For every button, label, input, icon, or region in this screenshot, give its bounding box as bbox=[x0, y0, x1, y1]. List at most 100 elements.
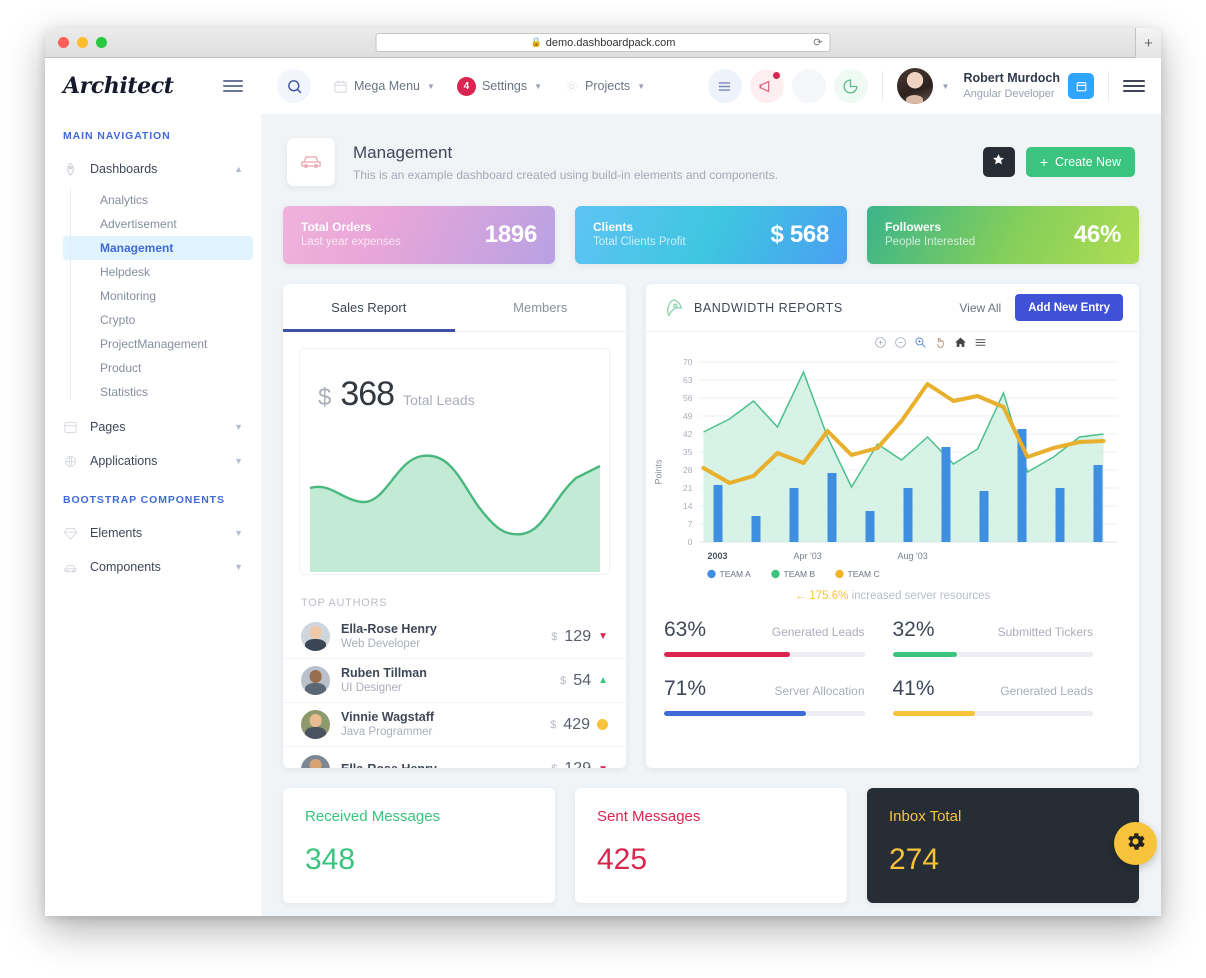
zoom-select-icon[interactable] bbox=[914, 336, 927, 349]
svg-text:70: 70 bbox=[683, 357, 693, 367]
create-new-button[interactable]: + Create New bbox=[1025, 147, 1135, 177]
bottom-cards-row: Received Messages 348 Sent Messages 425 … bbox=[283, 788, 1157, 903]
car-icon bbox=[63, 560, 78, 575]
tab-members[interactable]: Members bbox=[455, 284, 627, 331]
author-name: Ella-Rose Henry bbox=[341, 621, 437, 636]
card-value: 425 bbox=[597, 843, 648, 876]
maximize-window-button[interactable] bbox=[96, 37, 107, 48]
sidebar-subitem-crypto[interactable]: Crypto bbox=[63, 308, 253, 332]
zoom-in-icon[interactable] bbox=[874, 336, 887, 349]
create-new-label: Create New bbox=[1055, 155, 1121, 169]
sidebar-subitem-monitoring[interactable]: Monitoring bbox=[63, 284, 253, 308]
sidebar-subitem-helpdesk[interactable]: Helpdesk bbox=[63, 260, 253, 284]
cards-row: Sales Report Members $ 368 Total Leads T… bbox=[283, 284, 1139, 768]
card-title: Inbox Total bbox=[889, 808, 962, 825]
menu-icon[interactable] bbox=[974, 336, 987, 349]
sidebar-subitem-product[interactable]: Product bbox=[63, 356, 253, 380]
projects-menu-button[interactable]: Projects ▼ bbox=[564, 79, 645, 94]
pie-chart-icon[interactable] bbox=[833, 69, 868, 103]
sidebar-hamburger-icon[interactable] bbox=[223, 80, 243, 92]
app-shell: Architect MAIN NAVIGATION Dashboards ▲ A… bbox=[45, 58, 1161, 916]
sidebar-item-pages[interactable]: Pages ▼ bbox=[45, 410, 261, 444]
sidebar-item-label: Dashboards bbox=[90, 162, 158, 176]
pan-icon[interactable] bbox=[934, 336, 947, 349]
flag-germany-icon[interactable] bbox=[791, 69, 826, 103]
sidebar-subitem-statistics[interactable]: Statistics bbox=[63, 380, 253, 404]
sidebar-subitem-projectmanagement[interactable]: ProjectManagement bbox=[63, 332, 253, 356]
mega-menu-button[interactable]: Mega Menu ▼ bbox=[333, 79, 435, 94]
author-name: Vinnie Wagstaff bbox=[341, 709, 435, 724]
list-icon[interactable] bbox=[707, 69, 742, 103]
sidebar-item-elements[interactable]: Elements ▼ bbox=[45, 516, 261, 550]
settings-float-button[interactable] bbox=[1114, 822, 1157, 865]
gear-icon bbox=[1124, 830, 1147, 858]
list-item[interactable]: Ruben Tillman UI Designer $ 54 ▲ bbox=[283, 659, 626, 703]
author-amount: 429 bbox=[563, 715, 590, 733]
sidebar-subitem-analytics[interactable]: Analytics bbox=[63, 188, 253, 212]
stat-card-followers[interactable]: Followers People Interested 46% bbox=[867, 206, 1139, 264]
add-new-entry-button[interactable]: Add New Entry bbox=[1015, 294, 1123, 321]
view-all-link[interactable]: View All bbox=[959, 301, 1001, 315]
dashboards-submenu: Analytics Advertisement Management Helpd… bbox=[45, 188, 261, 404]
list-item[interactable]: Ella-Rose Henry Web Developer $ 129 ▼ bbox=[283, 615, 626, 659]
progress-percent: 63% bbox=[664, 618, 707, 641]
right-hamburger-icon[interactable] bbox=[1123, 80, 1145, 92]
svg-text:28: 28 bbox=[683, 465, 693, 475]
progress-top: 63% Generated Leads bbox=[664, 618, 865, 642]
reload-icon[interactable]: ⟳ bbox=[813, 36, 822, 49]
sidebar-item-dashboards[interactable]: Dashboards ▲ bbox=[45, 152, 261, 186]
url-text: demo.dashboardpack.com bbox=[545, 36, 676, 49]
sent-messages-card[interactable]: Sent Messages 425 bbox=[575, 788, 847, 903]
author-value: $ 54 ▲ bbox=[560, 672, 608, 690]
received-messages-card[interactable]: Received Messages 348 bbox=[283, 788, 555, 903]
calendar-icon[interactable] bbox=[1068, 73, 1094, 99]
avatar bbox=[301, 754, 330, 768]
svg-text:Points: Points bbox=[654, 459, 664, 485]
author-value: $ 429 bbox=[550, 716, 608, 734]
sidebar-subitem-advertisement[interactable]: Advertisement bbox=[63, 212, 253, 236]
page-title: Management bbox=[353, 143, 453, 163]
sidebar-subitem-management[interactable]: Management bbox=[63, 236, 253, 260]
zoom-out-icon[interactable] bbox=[894, 336, 907, 349]
star-button[interactable] bbox=[982, 147, 1015, 177]
close-window-button[interactable] bbox=[58, 37, 69, 48]
tab-sales-report[interactable]: Sales Report bbox=[283, 284, 455, 332]
window-controls[interactable] bbox=[58, 37, 107, 48]
avatar bbox=[301, 622, 330, 651]
list-item[interactable]: Vinnie Wagstaff Java Programmer $ 429 bbox=[283, 703, 626, 747]
sidebar-heading-bootstrap: BOOTSTRAP COMPONENTS bbox=[63, 494, 225, 506]
sidebar-item-components[interactable]: Components ▼ bbox=[45, 550, 261, 584]
author-name: Ruben Tillman bbox=[341, 665, 427, 680]
svg-text:63: 63 bbox=[683, 375, 693, 385]
stat-cards: Total Orders Last year expenses 1896 Cli… bbox=[283, 206, 1139, 264]
home-icon[interactable] bbox=[954, 336, 967, 349]
settings-menu-button[interactable]: 4 Settings ▼ bbox=[456, 76, 542, 96]
address-bar[interactable]: 🔒 demo.dashboardpack.com ⟳ bbox=[375, 33, 831, 52]
search-icon[interactable] bbox=[277, 69, 311, 103]
author-text: Vinnie Wagstaff Java Programmer bbox=[341, 709, 434, 741]
inbox-total-card[interactable]: Inbox Total 274 bbox=[867, 788, 1157, 903]
sidebar-heading-main: MAIN NAVIGATION bbox=[63, 130, 171, 142]
sidebar-brand-row: Architect bbox=[45, 58, 261, 114]
currency-symbol: $ bbox=[551, 630, 558, 643]
new-tab-button[interactable]: + bbox=[1135, 28, 1161, 58]
sidebar-item-applications[interactable]: Applications ▼ bbox=[45, 444, 261, 478]
author-text: Ella-Rose Henry Web Developer bbox=[341, 621, 437, 653]
chevron-down-icon: ▼ bbox=[234, 562, 243, 572]
caret-down-icon[interactable]: ▼ bbox=[942, 82, 950, 91]
megaphone-icon[interactable] bbox=[749, 69, 784, 103]
stat-card-total-orders[interactable]: Total Orders Last year expenses 1896 bbox=[283, 206, 555, 264]
browser-window: 🔒 demo.dashboardpack.com ⟳ + Architect M… bbox=[45, 28, 1161, 916]
list-item[interactable]: Ella-Rose Henry $ 129 ▼ bbox=[283, 747, 626, 768]
svg-text:21: 21 bbox=[683, 483, 693, 493]
progress-generated-leads-2: 41% Generated Leads bbox=[892, 677, 1122, 716]
avatar[interactable] bbox=[896, 68, 933, 104]
minimize-window-button[interactable] bbox=[77, 37, 88, 48]
brand-logo[interactable]: Architect bbox=[63, 73, 174, 99]
svg-text:7: 7 bbox=[688, 519, 693, 529]
stat-card-clients[interactable]: Clients Total Clients Profit $ 568 bbox=[575, 206, 847, 264]
author-amount: 54 bbox=[573, 671, 592, 689]
page-actions: + Create New bbox=[982, 147, 1135, 177]
author-name: Ella-Rose Henry bbox=[341, 761, 437, 768]
progress-label: Submitted Tickers bbox=[997, 625, 1093, 639]
